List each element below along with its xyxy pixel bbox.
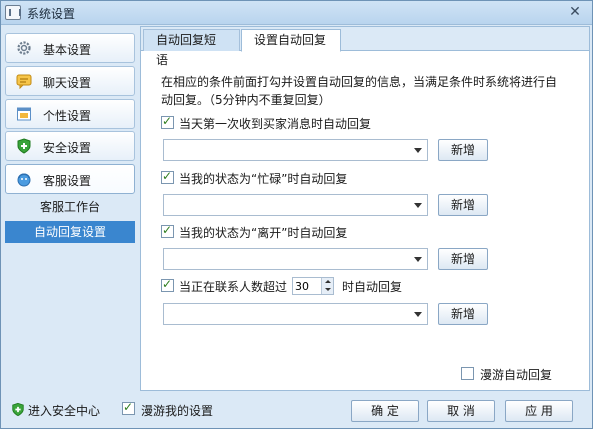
security-center-link[interactable]: 进入安全中心	[28, 402, 100, 419]
main-panel: 自动回复短语 设置自动回复 在相应的条件前面打勾并设置自动回复的信息，当满足条件…	[140, 26, 590, 391]
contacts-count-input[interactable]	[295, 279, 321, 294]
rule-contacts-checkbox[interactable]	[161, 277, 174, 292]
gear-icon	[17, 41, 31, 55]
description-text: 在相应的条件前面打勾并设置自动回复的信息，当满足条件时系统将进行自动回复。（5分…	[161, 75, 558, 107]
cancel-button[interactable]: 取 消	[427, 400, 495, 422]
roaming-auto-reply-label: 漫游自动回复	[480, 368, 553, 382]
sidebar-subitem-workbench[interactable]: 客服工作台	[5, 196, 135, 218]
tab-auto-reply-phrases[interactable]: 自动回复短语	[143, 29, 240, 67]
sidebar-item-label: 安全设置	[43, 141, 92, 155]
rule-first-message-checkbox[interactable]	[161, 114, 174, 129]
settings-window: 系统设置 ✕ 基本设置 聊天设置 个性设置 安全设置 客服设置 客服工作台 自动…	[0, 0, 593, 429]
rule-first-message-label: 当天第一次收到买家消息时自动回复	[179, 117, 372, 131]
rule-away-select[interactable]	[163, 248, 428, 270]
rule-contacts-prefix: 当正在联系人数超过	[179, 280, 288, 294]
sidebar-item-customer-service[interactable]: 客服设置	[5, 164, 135, 194]
window-title: 系统设置	[27, 7, 76, 21]
rule-busy-checkbox[interactable]	[161, 169, 174, 184]
title-bar[interactable]: 系统设置 ✕	[1, 1, 592, 25]
rule-contacts-select[interactable]	[163, 303, 428, 325]
shield-icon	[12, 402, 24, 417]
rule-busy-add-button[interactable]: 新增	[438, 194, 488, 216]
app-icon	[5, 5, 21, 20]
roaming-settings-checkbox[interactable]	[122, 400, 135, 415]
sidebar-item-personal[interactable]: 个性设置	[5, 99, 135, 129]
chevron-down-icon	[414, 312, 422, 317]
tab-set-auto-reply[interactable]: 设置自动回复	[241, 29, 341, 52]
sidebar-item-label: 聊天设置	[43, 76, 92, 90]
apply-button[interactable]: 应 用	[505, 400, 573, 422]
roaming-settings-label: 漫游我的设置	[141, 404, 214, 418]
rule-away-add-button[interactable]: 新增	[438, 248, 488, 270]
sidebar: 基本设置 聊天设置 个性设置 安全设置 客服设置 客服工作台 自动回复设置	[1, 26, 140, 391]
window-icon	[17, 107, 31, 121]
stepper-up-icon[interactable]	[321, 278, 333, 286]
rule-first-message-select[interactable]	[163, 139, 428, 161]
roaming-auto-reply-checkbox[interactable]	[461, 367, 474, 380]
rule-first-message-add-button[interactable]: 新增	[438, 139, 488, 161]
stepper-down-icon[interactable]	[321, 286, 333, 294]
rule-away-label: 当我的状态为“离开”时自动回复	[179, 226, 348, 240]
rule-busy-select[interactable]	[163, 194, 428, 216]
shield-icon	[17, 138, 31, 154]
close-button[interactable]: ✕	[566, 3, 584, 21]
sidebar-item-security[interactable]: 安全设置	[5, 131, 135, 161]
rule-contacts-add-button[interactable]: 新增	[438, 303, 488, 325]
sidebar-item-label: 基本设置	[43, 43, 92, 57]
contacts-count-stepper[interactable]	[292, 277, 334, 295]
sidebar-subitem-auto-reply[interactable]: 自动回复设置	[5, 221, 135, 243]
sidebar-item-label: 客服设置	[43, 174, 92, 188]
rule-away-checkbox[interactable]	[161, 223, 174, 238]
chevron-down-icon	[414, 148, 422, 153]
chevron-down-icon	[414, 257, 422, 262]
ok-button[interactable]: 确 定	[351, 400, 419, 422]
tab-bar: 自动回复短语 设置自动回复	[141, 27, 589, 67]
chevron-down-icon	[414, 203, 422, 208]
rule-busy-label: 当我的状态为“忙碌”时自动回复	[179, 172, 348, 186]
sidebar-item-basic[interactable]: 基本设置	[5, 33, 135, 63]
chat-icon	[16, 74, 32, 89]
sidebar-item-chat[interactable]: 聊天设置	[5, 66, 135, 96]
sidebar-item-label: 个性设置	[43, 109, 92, 123]
rule-contacts-suffix: 时自动回复	[342, 280, 403, 294]
customer-service-icon	[17, 173, 31, 187]
